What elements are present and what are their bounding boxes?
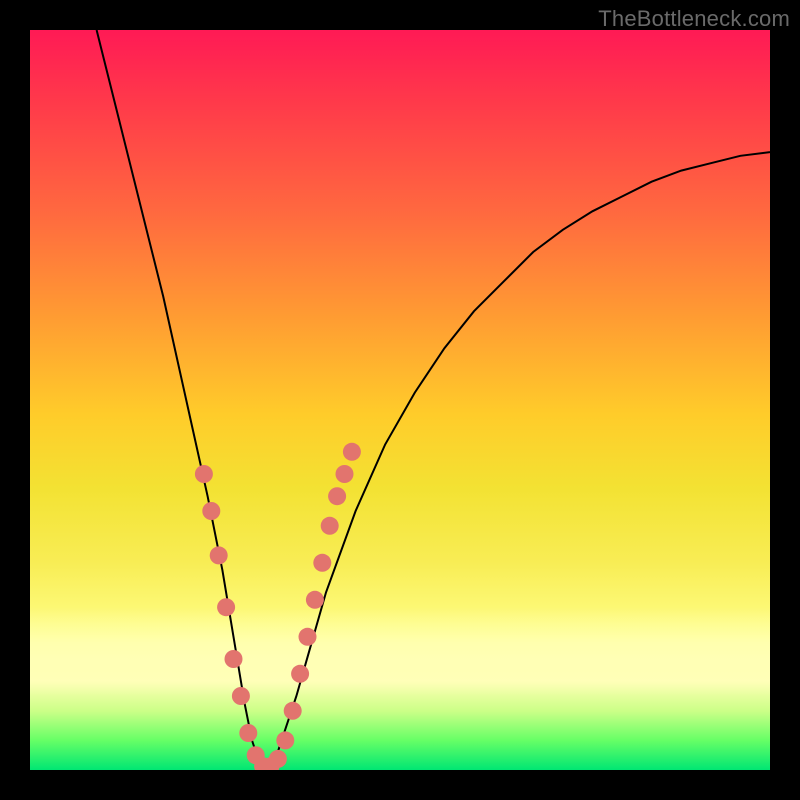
data-dot (291, 665, 309, 683)
curve-layer (30, 30, 770, 770)
data-dot (321, 517, 339, 535)
data-dot (217, 598, 235, 616)
bottleneck-curve (97, 30, 770, 770)
data-dot (269, 750, 287, 768)
plot-area (30, 30, 770, 770)
data-dot (336, 465, 354, 483)
data-dot (284, 702, 302, 720)
data-dot (232, 687, 250, 705)
data-dot (202, 502, 220, 520)
data-dot (299, 628, 317, 646)
data-dot (276, 731, 294, 749)
chart-canvas: TheBottleneck.com (0, 0, 800, 800)
data-dot (210, 546, 228, 564)
data-dot (239, 724, 257, 742)
data-dot (313, 554, 331, 572)
data-dot (225, 650, 243, 668)
data-dot (343, 443, 361, 461)
data-dot (328, 487, 346, 505)
data-dot (306, 591, 324, 609)
watermark-text: TheBottleneck.com (598, 6, 790, 32)
data-dot (195, 465, 213, 483)
data-dots (195, 443, 361, 770)
